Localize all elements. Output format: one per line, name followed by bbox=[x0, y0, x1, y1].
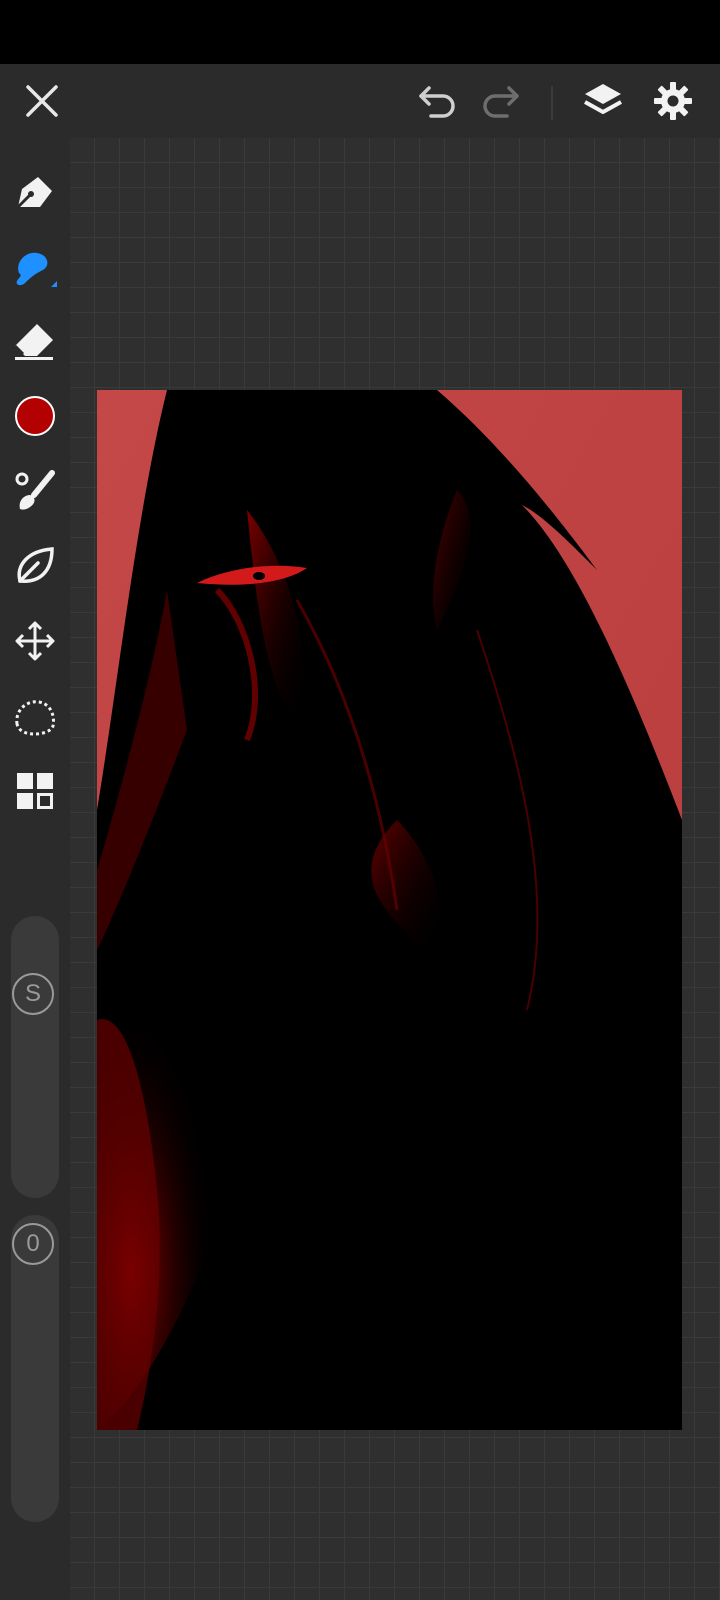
layers-button[interactable] bbox=[568, 64, 638, 138]
size-slider[interactable]: S bbox=[11, 916, 59, 1198]
artwork-image bbox=[97, 390, 682, 1430]
opacity-slider[interactable]: 0 bbox=[11, 1215, 59, 1522]
layers-icon bbox=[584, 84, 622, 114]
eraser-tool-button[interactable] bbox=[0, 307, 70, 377]
eraser-icon bbox=[13, 324, 53, 360]
transform-tool-button[interactable] bbox=[0, 606, 70, 676]
close-icon bbox=[26, 85, 58, 117]
opacity-slider-knob[interactable]: 0 bbox=[12, 1223, 54, 1265]
move-icon bbox=[15, 621, 55, 661]
more-tools-button[interactable] bbox=[0, 756, 70, 826]
paintbrush-icon bbox=[15, 470, 55, 510]
pen-tool-button[interactable] bbox=[0, 157, 70, 227]
gear-icon bbox=[654, 82, 692, 120]
paint-tool-button[interactable] bbox=[0, 456, 70, 526]
color-picker-button[interactable] bbox=[0, 381, 70, 451]
status-bar bbox=[0, 0, 720, 64]
tool-sidebar: S 0 bbox=[0, 138, 70, 1600]
toolbar-divider bbox=[551, 86, 553, 120]
redo-icon bbox=[483, 86, 519, 118]
size-slider-label: S bbox=[24, 980, 41, 1007]
redo-button[interactable] bbox=[466, 64, 536, 138]
close-button[interactable] bbox=[7, 64, 77, 138]
settings-button[interactable] bbox=[638, 64, 708, 138]
leaf-icon bbox=[17, 547, 54, 583]
drawing-canvas[interactable] bbox=[97, 390, 682, 1430]
undo-button[interactable] bbox=[402, 64, 472, 138]
opacity-slider-label: 0 bbox=[26, 1230, 40, 1257]
lasso-icon bbox=[15, 700, 55, 736]
brush-tool-button[interactable] bbox=[0, 232, 70, 302]
undo-icon bbox=[419, 86, 455, 118]
lasso-tool-button[interactable] bbox=[0, 681, 70, 751]
color-swatch bbox=[15, 396, 55, 436]
pen-nib-icon bbox=[16, 177, 52, 209]
leaf-tool-button[interactable] bbox=[0, 531, 70, 601]
size-slider-knob[interactable]: S bbox=[12, 973, 54, 1015]
grid-icon bbox=[17, 773, 53, 809]
top-toolbar bbox=[0, 64, 720, 138]
brush-icon bbox=[16, 252, 57, 287]
